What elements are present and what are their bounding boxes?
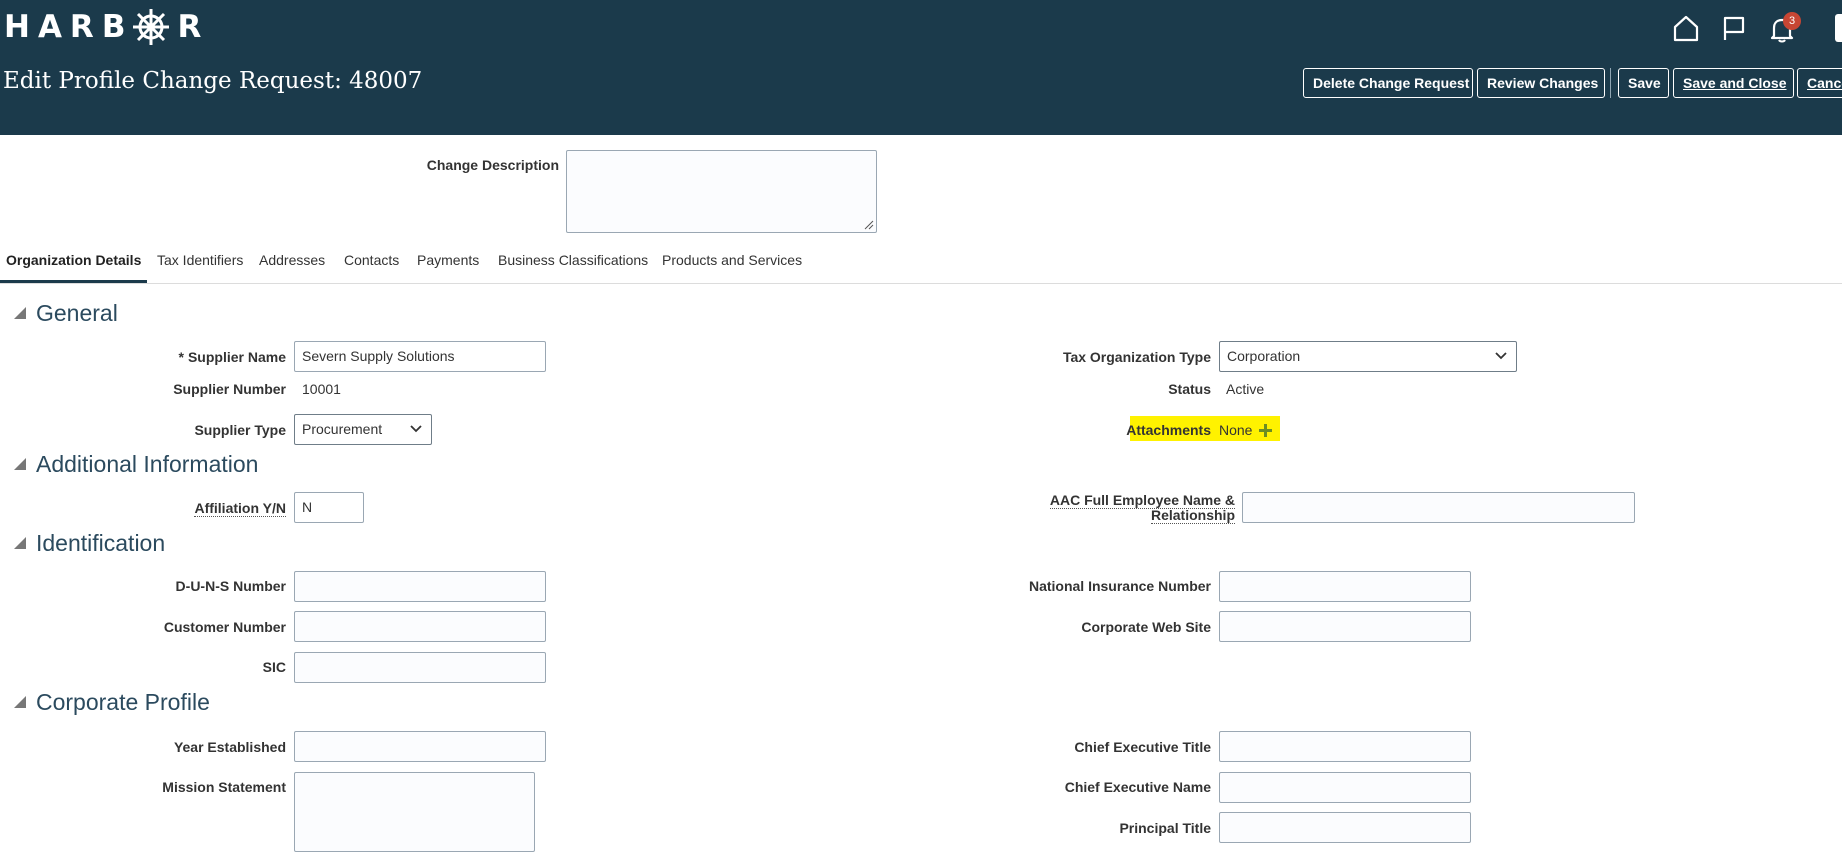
collapse-triangle-icon[interactable]: [14, 537, 26, 549]
principal-title-label: Principal Title: [1119, 820, 1211, 836]
chevron-down-icon: [410, 425, 422, 433]
ship-wheel-icon: [133, 9, 170, 45]
status-value: Active: [1226, 381, 1265, 397]
required-marker: *: [178, 349, 184, 365]
section-corporate-title: Corporate Profile: [36, 689, 210, 715]
principal-title-input[interactable]: [1219, 812, 1471, 843]
national-insurance-number-label: National Insurance Number: [1028, 578, 1211, 594]
chief-executive-title-label: Chief Executive Title: [1074, 739, 1211, 755]
chief-executive-name-label: Chief Executive Name: [1064, 779, 1211, 795]
mission-statement-textarea[interactable]: [294, 772, 535, 852]
corporate-web-site-label: Corporate Web Site: [1081, 619, 1211, 635]
supplier-type-select[interactable]: Procurement: [294, 414, 432, 445]
tax-organization-type-value: Corporation: [1227, 348, 1301, 364]
tab-bar: Organization Details Tax Identifiers Add…: [0, 248, 1842, 284]
mission-statement-label: Mission Statement: [162, 779, 286, 795]
change-description-textarea[interactable]: [566, 150, 877, 233]
tax-organization-type-select[interactable]: Corporation: [1219, 341, 1517, 372]
save-and-close-button[interactable]: Save and Close: [1673, 68, 1794, 98]
sic-label: SIC: [262, 659, 286, 675]
customer-number-input[interactable]: [294, 611, 546, 642]
section-additional-information[interactable]: Additional Information: [14, 451, 258, 478]
collapse-triangle-icon[interactable]: [14, 458, 26, 470]
duns-number-label: D-U-N-S Number: [175, 578, 286, 594]
user-menu-button[interactable]: [1835, 14, 1842, 42]
home-icon[interactable]: [1672, 14, 1700, 42]
flag-icon[interactable]: [1720, 14, 1748, 42]
status-label: Status: [1168, 381, 1211, 397]
toolbar-separator: [1610, 68, 1611, 98]
sic-input[interactable]: [294, 652, 546, 683]
collapse-triangle-icon[interactable]: [14, 696, 26, 708]
customer-number-label: Customer Number: [163, 619, 286, 635]
collapse-triangle-icon[interactable]: [14, 307, 26, 319]
aac-full-employee-input[interactable]: [1242, 492, 1635, 523]
attachments-label: Attachments: [1126, 422, 1211, 438]
active-tab-indicator: [0, 280, 147, 283]
resize-handle-icon[interactable]: [864, 220, 874, 230]
tab-addresses[interactable]: Addresses: [259, 252, 325, 268]
attachments-value: None: [1219, 422, 1253, 438]
supplier-type-value: Procurement: [302, 421, 383, 437]
chief-executive-title-input[interactable]: [1219, 731, 1471, 762]
affiliation-input[interactable]: N: [294, 492, 364, 523]
supplier-name-input[interactable]: Severn Supply Solutions: [294, 341, 546, 372]
year-established-label: Year Established: [173, 739, 286, 755]
chief-executive-name-input[interactable]: [1219, 772, 1471, 803]
notification-count-badge: 3: [1783, 12, 1801, 30]
harbor-logo[interactable]: HAR B R: [4, 6, 209, 48]
add-attachment-icon[interactable]: [1258, 423, 1273, 438]
change-description-label: Change Description: [426, 157, 559, 173]
global-header: HAR B R 3 Edit Profile Change Request: 48…: [0, 0, 1842, 135]
section-identification-title: Identification: [36, 530, 166, 556]
aac-full-employee-label: AAC Full Employee Name & Relationship: [1049, 492, 1235, 524]
tab-business-classifications[interactable]: Business Classifications: [498, 252, 648, 268]
duns-number-input[interactable]: [294, 571, 546, 602]
chevron-down-icon: [1495, 352, 1507, 360]
section-general[interactable]: General: [14, 300, 118, 327]
review-changes-button[interactable]: Review Changes: [1477, 68, 1605, 98]
tax-organization-type-label: Tax Organization Type: [1062, 349, 1211, 365]
supplier-number-label: Supplier Number: [173, 381, 286, 397]
tab-tax-identifiers[interactable]: Tax Identifiers: [157, 252, 243, 268]
supplier-type-label: Supplier Type: [194, 422, 286, 438]
page-title: Edit Profile Change Request: 48007: [3, 68, 423, 94]
section-identification[interactable]: Identification: [14, 530, 165, 557]
tab-payments[interactable]: Payments: [417, 252, 479, 268]
cancel-button[interactable]: Cancel: [1797, 68, 1842, 98]
save-button[interactable]: Save: [1618, 68, 1669, 98]
delete-change-request-button[interactable]: Delete Change Request: [1303, 68, 1473, 98]
supplier-name-label: * Supplier Name: [178, 349, 286, 365]
section-corporate-profile[interactable]: Corporate Profile: [14, 689, 210, 716]
section-general-title: General: [36, 300, 118, 326]
year-established-input[interactable]: [294, 731, 546, 762]
tab-contacts[interactable]: Contacts: [344, 252, 399, 268]
supplier-number-value: 10001: [302, 381, 341, 397]
tab-products-and-services[interactable]: Products and Services: [662, 252, 802, 268]
affiliation-label: Affiliation Y/N: [194, 500, 286, 517]
section-additional-title: Additional Information: [36, 451, 259, 477]
corporate-web-site-input[interactable]: [1219, 611, 1471, 642]
tab-organization-details[interactable]: Organization Details: [6, 252, 141, 268]
national-insurance-number-input[interactable]: [1219, 571, 1471, 602]
